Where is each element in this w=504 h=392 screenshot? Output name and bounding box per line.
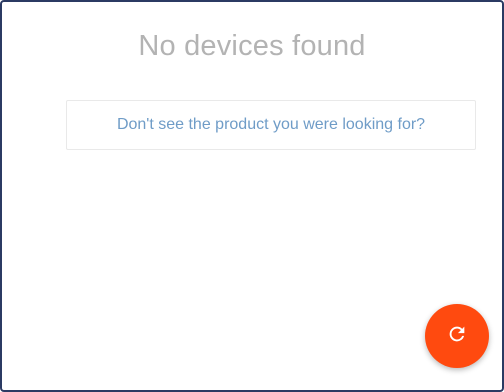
refresh-button[interactable]: [425, 304, 489, 368]
device-search-panel: No devices found Don't see the product y…: [0, 0, 504, 392]
no-devices-title: No devices found: [138, 30, 366, 62]
help-link-card[interactable]: Don't see the product you were looking f…: [66, 100, 476, 150]
refresh-icon: [446, 323, 468, 350]
product-not-found-link[interactable]: Don't see the product you were looking f…: [117, 116, 425, 134]
